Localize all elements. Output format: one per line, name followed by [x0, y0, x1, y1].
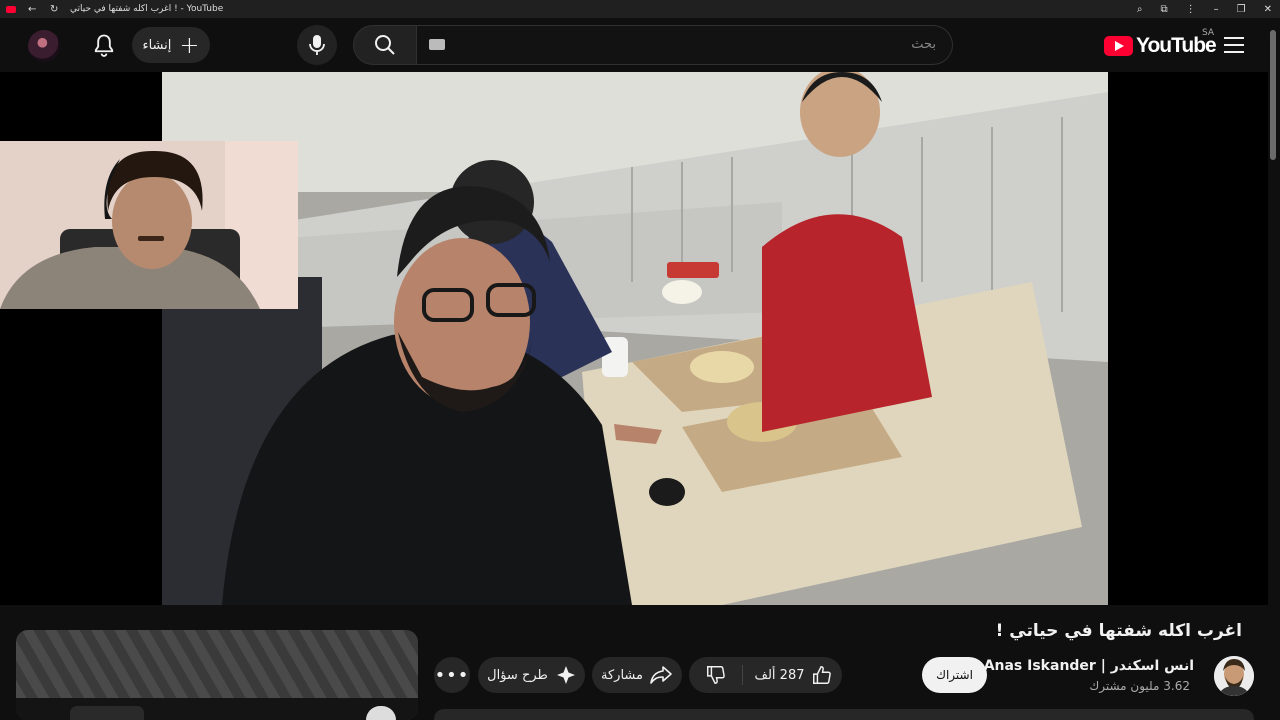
subscribe-button[interactable]: اشتراك	[922, 657, 987, 693]
extensions-icon[interactable]: ⧉	[1161, 4, 1168, 15]
youtube-logo[interactable]: YouTube SA	[1104, 28, 1217, 58]
video-title: اغرب اكله شفتها في حياتي !	[995, 621, 1242, 641]
webcam-overlay	[0, 141, 298, 309]
youtube-favicon-icon	[6, 5, 16, 13]
thumbs-down-icon	[706, 666, 725, 684]
related-video-card[interactable]	[16, 630, 418, 720]
like-button[interactable]: 287 ألف	[745, 657, 842, 693]
search-button[interactable]	[353, 25, 417, 65]
account-avatar[interactable]	[28, 30, 60, 62]
description-box[interactable]	[434, 709, 1254, 720]
restore-icon[interactable]: ❐	[1237, 4, 1246, 15]
share-arrow-icon	[650, 666, 672, 684]
video-frame[interactable]	[162, 72, 1108, 605]
zoom-icon[interactable]: ⌕	[1137, 4, 1143, 15]
guide-menu-icon[interactable]	[1224, 37, 1244, 53]
like-separator	[742, 665, 743, 685]
thumbs-up-icon	[812, 666, 831, 684]
create-label: إنشاء	[142, 37, 172, 53]
browser-tab-title: اغرب اكله شفتها في حياتي ! - YouTube	[70, 4, 224, 14]
video-player[interactable]	[0, 72, 1268, 605]
search-placeholder: بحث	[911, 37, 936, 52]
browser-titlebar: ← ↻ اغرب اكله شفتها في حياتي ! - YouTube…	[0, 0, 1280, 18]
youtube-play-icon	[1104, 36, 1133, 56]
page-scrollbar[interactable]	[1270, 30, 1276, 720]
like-dislike-group: 287 ألف	[689, 657, 842, 693]
channel-avatar[interactable]	[1214, 656, 1254, 696]
ask-label: طرح سؤال	[487, 667, 548, 683]
scrollbar-thumb[interactable]	[1270, 30, 1276, 160]
create-button[interactable]: إنشاء +	[132, 27, 210, 63]
keyboard-icon[interactable]	[429, 39, 445, 50]
search-icon	[375, 35, 395, 55]
like-count: 287 ألف	[754, 667, 805, 683]
masthead: إنشاء + بحث YouTube SA	[0, 18, 1280, 72]
minimize-icon[interactable]: –	[1214, 4, 1219, 15]
sparkle-icon	[556, 666, 575, 684]
dislike-button[interactable]	[689, 657, 742, 693]
ask-question-button[interactable]: طرح سؤال	[478, 657, 585, 693]
channel-name[interactable]: انس اسكندر | Anas Iskander ✓	[968, 658, 1194, 674]
plus-icon: +	[179, 31, 200, 59]
microphone-icon	[309, 35, 325, 55]
close-icon[interactable]: ✕	[1264, 4, 1272, 15]
reload-icon[interactable]: ↻	[50, 4, 60, 15]
search-input[interactable]: بحث	[417, 25, 953, 65]
related-card-chip[interactable]	[70, 706, 144, 720]
more-actions-button[interactable]: •••	[434, 657, 470, 693]
related-card-avatar	[366, 706, 396, 720]
back-arrow-icon[interactable]: ←	[28, 4, 38, 15]
share-button[interactable]: مشاركة	[592, 657, 682, 693]
notifications-bell-icon[interactable]	[90, 32, 118, 60]
watch-metadata: اغرب اكله شفتها في حياتي ! انس اسكندر | …	[0, 605, 1268, 720]
region-code: SA	[1202, 28, 1215, 38]
voice-search-button[interactable]	[297, 25, 337, 65]
subscriber-count: 3.62 مليون مشترك	[1089, 679, 1190, 693]
related-card-strip	[16, 698, 418, 720]
share-label: مشاركة	[601, 667, 643, 683]
browser-menu-icon[interactable]: ⋮	[1186, 4, 1196, 15]
channel-name-text: انس اسكندر | Anas Iskander	[983, 658, 1194, 674]
